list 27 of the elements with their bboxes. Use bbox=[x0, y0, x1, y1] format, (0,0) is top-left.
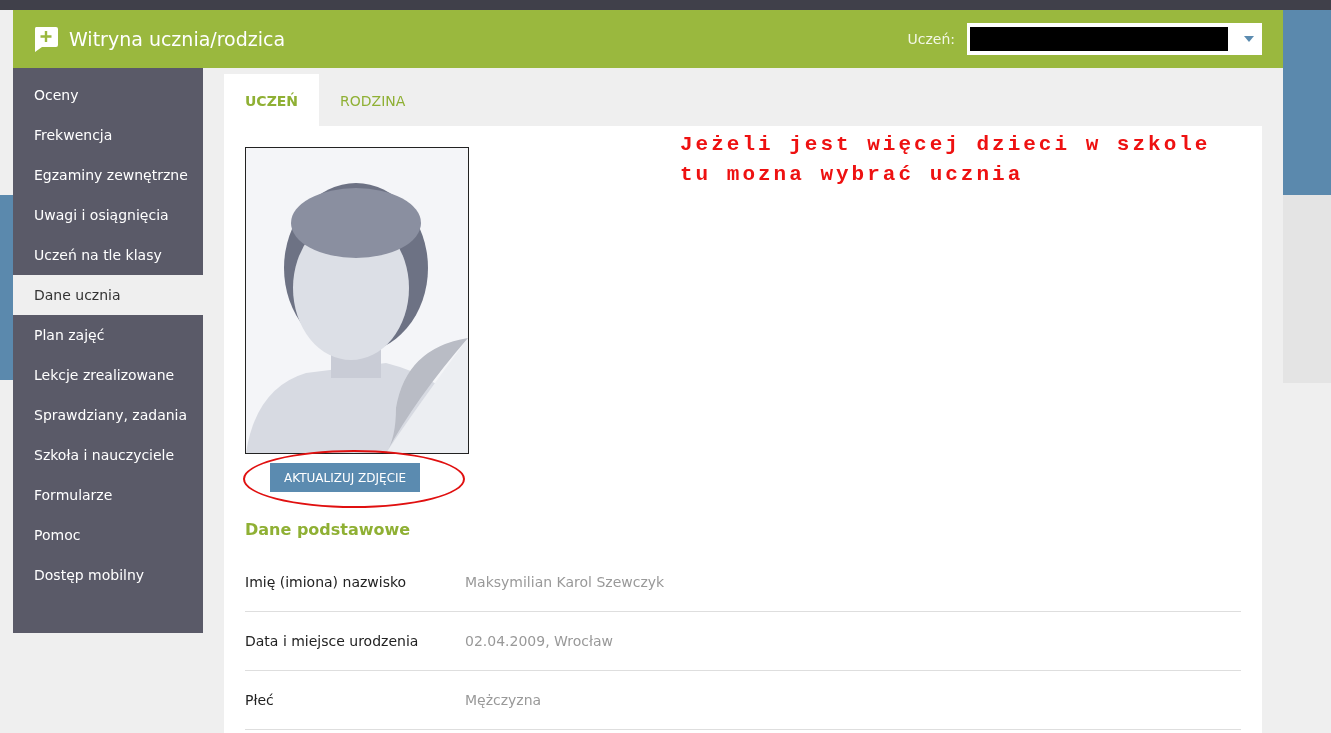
caret-icon bbox=[1244, 36, 1254, 42]
sidebar-item[interactable]: Dostęp mobilny bbox=[13, 555, 203, 595]
sidebar-item[interactable]: Egzaminy zewnętrzne bbox=[13, 155, 203, 195]
sidebar-item[interactable]: Dane ucznia bbox=[13, 275, 203, 315]
sidebar-item[interactable]: Pomoc bbox=[13, 515, 203, 555]
field-label: Płeć bbox=[245, 692, 275, 708]
update-photo-button[interactable]: AKTUALIZUJ ZDJĘCIE bbox=[270, 463, 421, 492]
sidebar-item[interactable]: Frekwencja bbox=[13, 115, 203, 155]
speech-bubble-plus-icon bbox=[33, 25, 59, 53]
sidebar-item[interactable]: Sprawdziany, zadania bbox=[13, 395, 203, 435]
sidebar-item[interactable]: Plan zajęć bbox=[13, 315, 203, 355]
student-dropdown[interactable] bbox=[967, 23, 1262, 55]
sidebar-item[interactable]: Szkoła i nauczyciele bbox=[13, 435, 203, 475]
section-title: Dane podstawowe bbox=[245, 520, 412, 539]
field-label: Imię (imiona) nazwisko bbox=[245, 574, 408, 590]
app-title: Witryna ucznia/rodzica bbox=[69, 28, 286, 50]
sidebar-item[interactable]: Uwagi i osiągnięcia bbox=[13, 195, 203, 235]
field-label: Data i miejsce urodzenia bbox=[245, 633, 420, 649]
annotation-text: Jeżeli jest więcej dzieci w szkole tu mozna wybrać ucznia bbox=[680, 132, 1211, 188]
student-label: Uczeń: bbox=[907, 31, 955, 47]
field-value: Mężczyzna bbox=[465, 692, 542, 708]
sidebar-item[interactable]: Lekcje zrealizowane bbox=[13, 355, 203, 395]
sidebar-item[interactable]: Oceny bbox=[13, 75, 203, 115]
field-value: Maksymilian Karol Szewczyk bbox=[465, 574, 665, 590]
sidebar-item[interactable]: Uczeń na tle klasy bbox=[13, 235, 203, 275]
field-value: 02.04.2009, Wrocław bbox=[465, 633, 613, 649]
sidebar-item[interactable]: Formularze bbox=[13, 475, 203, 515]
